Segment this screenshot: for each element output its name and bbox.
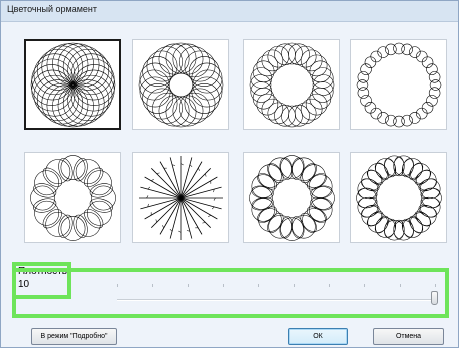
- slider-tick: [223, 284, 224, 287]
- slider-tick: [399, 284, 401, 287]
- density-slider[interactable]: [111, 284, 441, 314]
- slider-tick: [117, 284, 118, 287]
- density-value: 10: [18, 279, 30, 290]
- pattern-preview-5: [29, 154, 116, 241]
- pattern-preview-2: [138, 42, 223, 127]
- pattern-preview-4: [356, 42, 441, 127]
- title-bar[interactable]: Цветочный ормамент: [1, 1, 458, 22]
- density-label: Плотность: [18, 266, 67, 277]
- pattern-tile-5[interactable]: [24, 152, 121, 243]
- slider-tick: [435, 284, 436, 287]
- pattern-preview-3: [249, 42, 334, 127]
- slider-tick: [293, 284, 295, 287]
- pattern-tile-1[interactable]: [24, 39, 121, 130]
- window-title: Цветочный ормамент: [7, 4, 98, 14]
- slider-tick: [364, 284, 366, 287]
- pattern-tile-2[interactable]: [132, 39, 229, 130]
- ok-button[interactable]: ОК: [288, 328, 348, 345]
- dialog-window: Цветочный ормамент Плотность 10 В режим …: [0, 0, 459, 348]
- pattern-tile-8[interactable]: [350, 152, 447, 243]
- pattern-preview-8: [355, 155, 442, 240]
- pattern-preview-1: [30, 42, 115, 127]
- slider-track[interactable]: [117, 299, 435, 301]
- slider-tick: [152, 284, 154, 287]
- pattern-preview-6: [138, 155, 223, 240]
- pattern-tile-4[interactable]: [350, 39, 447, 130]
- slider-tick: [187, 284, 189, 287]
- detailed-mode-button[interactable]: В режим "Подробно": [31, 328, 117, 345]
- pattern-tile-7[interactable]: [243, 152, 340, 243]
- slider-tick: [329, 284, 330, 287]
- pattern-tile-3[interactable]: [243, 39, 340, 130]
- pattern-tile-6[interactable]: [132, 152, 229, 243]
- cancel-button[interactable]: Отмена: [373, 328, 444, 345]
- dialog-client: Плотность 10 В режим "Подробно" ОК Отмен…: [1, 22, 458, 347]
- slider-thumb[interactable]: [431, 291, 438, 305]
- slider-tick: [258, 284, 260, 287]
- pattern-preview-7: [248, 154, 335, 241]
